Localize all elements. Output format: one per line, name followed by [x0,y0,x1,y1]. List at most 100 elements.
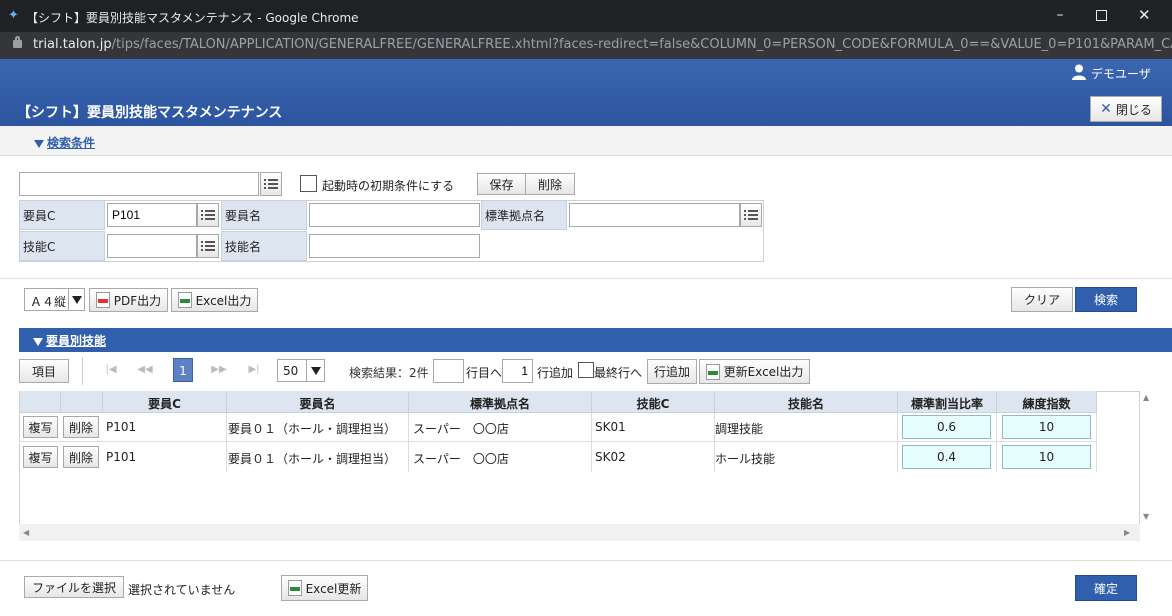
cell-skill-code: SK01 [595,420,626,434]
last-page-icon[interactable]: ▶| [240,360,268,382]
result-count: 検索結果：2件 [349,366,429,380]
confirm-button[interactable]: 確定 [1075,575,1137,601]
page-size-select[interactable]: 50 [277,359,325,382]
add-row-button[interactable]: 行追加 [647,359,697,384]
cell-staff-name: 要員０１（ホール・調理担当） [228,452,397,466]
copy-label: 複写 [28,420,53,435]
copy-row-button[interactable]: 複写 [23,446,58,468]
cell-staff-code: P101 [106,450,137,464]
column-header-staff-code[interactable]: 要員C [103,391,227,413]
search-button[interactable]: 検索 [1075,287,1137,312]
ratio-input[interactable]: 0.6 [902,415,991,439]
scroll-left-icon[interactable]: ◀ [23,528,29,537]
url-path: /tips/faces/TALON/APPLICATION/GENERALFRE… [111,37,1172,52]
pdf-icon [95,292,110,308]
delete-row-label: 削除 [68,420,93,435]
items-button[interactable]: 項目 [19,359,69,383]
lock-shackle [15,36,20,42]
update-excel-label: 更新Excel出力 [723,365,804,379]
scroll-up-icon[interactable]: ▲ [1143,393,1149,402]
close-window-icon[interactable]: ✕ [1138,6,1151,24]
excel-update-button[interactable]: Excel更新 [281,575,368,601]
cell-base-name: スーパー 〇〇店 [413,422,509,436]
skill-code-input[interactable] [107,234,197,258]
next-page-icon[interactable]: ▶▶ [205,360,233,382]
last-row-label: 最終行へ [594,366,643,380]
vertical-scrollbar[interactable]: ▲ ▼ [1139,391,1155,524]
close-icon: ✕ [1100,101,1112,117]
preset-list-icon[interactable] [260,172,282,196]
address-bar[interactable]: trial.talon.jp/tips/faces/TALON/APPLICAT… [0,32,1172,59]
column-header-skill-code[interactable]: 技能C [592,391,715,413]
clear-label: クリア [1023,293,1060,307]
search-toggle[interactable]: 検索条件 [34,134,95,151]
results-section-header[interactable]: 要員別技能 [19,328,1172,352]
pdf-export-button[interactable]: PDF出力 [89,288,168,312]
url-host: trial.talon.jp [33,37,112,52]
goto-row-input[interactable] [433,359,464,383]
minimize-icon[interactable]: – [1050,7,1070,25]
scroll-right-icon[interactable]: ▶ [1124,528,1130,537]
cell-staff-name: 要員０１（ホール・調理担当） [228,422,397,436]
level-input[interactable]: 10 [1002,445,1091,469]
delete-preset-button[interactable]: 削除 [525,173,575,195]
add-count-input[interactable] [502,359,533,383]
column-header-base-name[interactable]: 標準拠点名 [409,391,592,413]
column-header-ratio[interactable]: 標準割当比率 [898,391,997,413]
staff-name-label: 要員名 [221,200,307,230]
column-header-level[interactable]: 練度指数 [997,391,1097,413]
excel-icon [287,580,302,596]
delete-row-button[interactable]: 削除 [63,446,99,468]
excel-export-button[interactable]: Excel出力 [171,288,258,312]
delete-row-label: 削除 [68,450,93,465]
first-page-icon[interactable]: |◀ [97,360,125,382]
column-header-staff-name[interactable]: 要員名 [227,391,409,413]
prev-page-icon[interactable]: ◀◀ [131,360,159,382]
copy-row-button[interactable]: 複写 [23,416,58,438]
staff-code-list-icon[interactable] [197,203,219,227]
horizontal-scrollbar[interactable]: ◀ ▶ [19,524,1140,541]
cell-skill-name: 調理技能 [715,422,764,436]
footer-divider [0,560,1172,561]
column-header-skill-name[interactable]: 技能名 [715,391,898,413]
skill-code-list-icon[interactable] [197,234,219,258]
staff-name-input[interactable] [309,203,480,227]
save-preset-button[interactable]: 保存 [477,173,526,195]
staff-code-input[interactable] [107,203,197,227]
ratio-input[interactable]: 0.4 [902,445,991,469]
user-name[interactable]: デモユーザ [1091,65,1151,82]
goto-row-label[interactable]: 行目へ [466,364,502,381]
level-input[interactable]: 10 [1002,415,1091,439]
skill-name-input[interactable] [309,234,480,258]
clear-button[interactable]: クリア [1011,287,1073,312]
startup-checkbox[interactable] [300,175,317,192]
current-page[interactable]: 1 [173,358,193,382]
app-header: デモユーザ 【シフト】要員別技能マスタメンテナンス ✕ 閉じる [0,59,1172,126]
base-name-input[interactable] [569,203,740,227]
excel-update-label: Excel更新 [305,581,362,596]
paper-size-value: Ａ４縦 [30,295,67,309]
add-rows-label[interactable]: 行追加 [537,364,573,381]
maximize-icon[interactable] [1096,10,1107,21]
close-label: 閉じる [1115,102,1152,117]
file-select-label: ファイルを選択 [31,580,116,595]
base-name-list-icon[interactable] [740,203,762,227]
last-row-checkbox[interactable] [578,362,594,378]
column-header-actions [20,391,61,413]
delete-row-button[interactable]: 削除 [63,416,99,438]
paper-size-select[interactable]: Ａ４縦 [24,288,85,311]
file-select-button[interactable]: ファイルを選択 [24,576,124,598]
user-icon [1072,64,1086,80]
skill-code-label: 技能C [19,231,105,261]
dropdown-arrow-icon [68,289,84,310]
preset-select-input[interactable] [19,172,259,196]
page-size-value: 50 [283,364,299,378]
app-logo-icon: ✦ [8,8,19,23]
save-label: 保存 [489,177,514,192]
column-header-actions2 [61,391,103,413]
close-button[interactable]: ✕ 閉じる [1090,96,1162,122]
toolbar-separator [82,357,83,385]
update-excel-button[interactable]: 更新Excel出力 [699,359,810,384]
scroll-down-icon[interactable]: ▼ [1143,512,1149,521]
excel-label: Excel出力 [195,293,252,308]
